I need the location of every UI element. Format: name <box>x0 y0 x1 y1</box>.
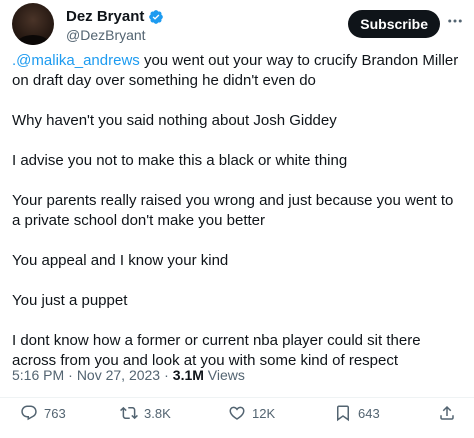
action-bar: 763 3.8K 12K 643 <box>0 404 474 428</box>
tweet-paragraph-5: You appeal and I know your kind <box>12 252 229 269</box>
reply-icon <box>21 405 37 421</box>
author-display-name[interactable]: Dez Bryant <box>66 8 144 25</box>
reply-count: 763 <box>44 405 66 421</box>
avatar[interactable] <box>12 3 54 45</box>
repost-icon <box>120 406 138 420</box>
avatar-shoulders <box>16 35 50 45</box>
author-name-row: Dez Bryant <box>66 8 164 25</box>
subscribe-button[interactable]: Subscribe <box>348 10 440 38</box>
divider <box>0 397 474 398</box>
bookmark-button[interactable]: 643 <box>334 404 380 422</box>
mention-link[interactable]: .@malika_andrews <box>12 52 140 69</box>
tweet-time[interactable]: 5:16 PM <box>12 367 64 383</box>
reply-button[interactable]: 763 <box>20 404 66 422</box>
verified-badge-icon <box>149 9 164 24</box>
share-icon <box>440 405 454 420</box>
bookmark-count: 643 <box>358 405 380 421</box>
tweet-paragraph-1: .@malika_andrews you went out your way t… <box>12 51 460 91</box>
tweet-paragraph-4: Your parents really raised you wrong and… <box>12 192 454 229</box>
more-options-icon[interactable] <box>446 12 464 30</box>
meta-separator-2: · <box>164 367 169 383</box>
repost-button[interactable]: 3.8K <box>120 404 171 422</box>
tweet-meta: 5:16 PM · Nov 27, 2023 · 3.1M Views <box>12 367 245 383</box>
meta-separator: · <box>68 367 73 383</box>
heart-icon <box>229 406 245 420</box>
tweet-paragraph-3: I advise you not to make this a black or… <box>12 152 348 169</box>
share-button[interactable] <box>438 404 456 422</box>
like-button[interactable]: 12K <box>228 404 275 422</box>
like-count: 12K <box>252 405 276 421</box>
tweet-paragraph-2: Why haven't you said nothing about Josh … <box>12 112 337 129</box>
author-handle[interactable]: @DezBryant <box>66 27 146 43</box>
tweet-paragraph-6: You just a puppet <box>12 292 128 309</box>
views-count: 3.1M <box>172 367 204 383</box>
views-label: Views <box>207 367 245 383</box>
tweet-text: .@malika_andrews you went out your way t… <box>12 51 460 371</box>
tweet-paragraph-7: I dont know how a former or current nba … <box>12 332 421 369</box>
bookmark-icon <box>337 405 349 422</box>
repost-count: 3.8K <box>144 405 171 421</box>
tweet-date[interactable]: Nov 27, 2023 <box>77 367 160 383</box>
